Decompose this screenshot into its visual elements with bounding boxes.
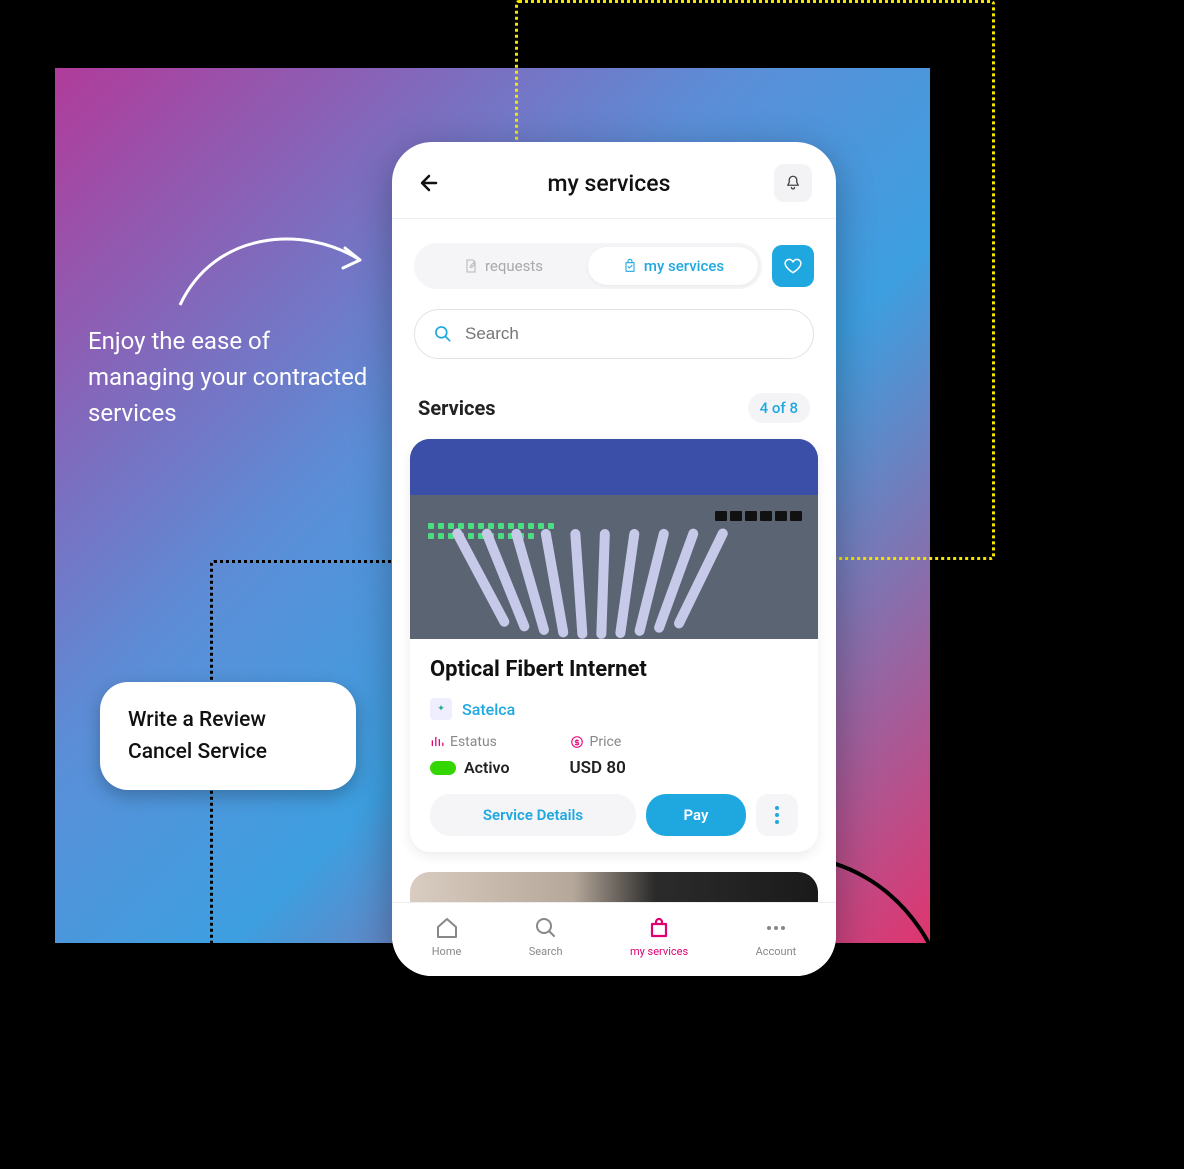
bag-check-icon <box>622 258 638 274</box>
next-card-preview <box>410 872 818 902</box>
status-label-row: Estatus <box>430 734 510 750</box>
search-icon <box>433 324 453 344</box>
price-label: Price <box>590 734 622 750</box>
more-options-button[interactable] <box>756 794 798 836</box>
status-value-row: Activo <box>430 758 510 777</box>
dots-vertical-icon <box>775 806 779 824</box>
page-title: my services <box>548 170 671 197</box>
service-details-button[interactable]: Service Details <box>430 794 636 836</box>
document-edit-icon <box>463 258 479 274</box>
price-column: Price USD 80 <box>570 734 626 778</box>
segmented-tabs: requests my services <box>414 243 762 289</box>
notifications-button[interactable] <box>774 164 812 202</box>
back-button[interactable] <box>416 169 444 197</box>
nav-home[interactable]: Home <box>432 915 462 958</box>
service-title: Optical Fibert Internet <box>430 657 798 682</box>
provider-name: Satelca <box>462 700 515 719</box>
nav-account-label: Account <box>756 945 797 958</box>
search-container <box>392 303 836 375</box>
bag-icon <box>646 915 672 941</box>
info-grid: Estatus Activo Price USD <box>430 734 798 778</box>
arrow-white-icon <box>175 220 375 310</box>
section-title: Services <box>418 396 496 420</box>
card-actions: Service Details Pay <box>430 794 798 836</box>
provider-logo-icon: ✦ <box>430 698 452 720</box>
tab-requests[interactable]: requests <box>418 247 588 285</box>
status-column: Estatus Activo <box>430 734 510 778</box>
provider-row[interactable]: ✦ Satelca <box>430 698 798 720</box>
nav-my-services-label: my services <box>630 945 688 958</box>
nav-my-services[interactable]: my services <box>630 915 688 958</box>
pay-button[interactable]: Pay <box>646 794 746 836</box>
service-image <box>410 439 818 639</box>
search-icon <box>533 915 559 941</box>
menu-item-cancel-service[interactable]: Cancel Service <box>128 736 328 768</box>
search-bar[interactable] <box>414 309 814 359</box>
status-value: Activo <box>464 758 510 777</box>
phone-frame: my services requests my services <box>392 142 836 976</box>
nav-home-label: Home <box>432 945 462 958</box>
count-badge: 4 of 8 <box>748 393 810 423</box>
menu-item-write-review[interactable]: Write a Review <box>128 704 328 736</box>
bottom-nav: Home Search my services Account <box>392 902 836 976</box>
arrow-left-icon <box>418 171 442 195</box>
more-horizontal-icon <box>763 915 789 941</box>
price-value: USD 80 <box>570 758 626 778</box>
section-header: Services 4 of 8 <box>392 375 836 433</box>
bar-chart-icon <box>430 735 444 749</box>
nav-search-label: Search <box>529 945 563 958</box>
service-card-body: Optical Fibert Internet ✦ Satelca Estatu… <box>410 639 818 852</box>
app-header: my services <box>392 142 836 219</box>
heart-icon <box>783 256 803 276</box>
service-card: Optical Fibert Internet ✦ Satelca Estatu… <box>410 439 818 852</box>
tab-my-services-label: my services <box>644 257 724 275</box>
dollar-circle-icon <box>570 735 584 749</box>
home-icon <box>434 915 460 941</box>
context-menu: Write a Review Cancel Service <box>100 682 356 790</box>
nav-account[interactable]: Account <box>756 915 797 958</box>
nav-search[interactable]: Search <box>529 915 563 958</box>
price-label-row: Price <box>570 734 626 750</box>
status-indicator-icon <box>430 761 456 775</box>
marketing-headline: Enjoy the ease of managing your contract… <box>88 323 368 431</box>
favorites-button[interactable] <box>772 245 814 287</box>
tab-requests-label: requests <box>485 257 543 275</box>
tab-my-services[interactable]: my services <box>588 247 758 285</box>
bell-icon <box>784 174 802 192</box>
search-input[interactable] <box>465 324 795 344</box>
status-label: Estatus <box>450 734 497 750</box>
tabs-row: requests my services <box>392 219 836 303</box>
